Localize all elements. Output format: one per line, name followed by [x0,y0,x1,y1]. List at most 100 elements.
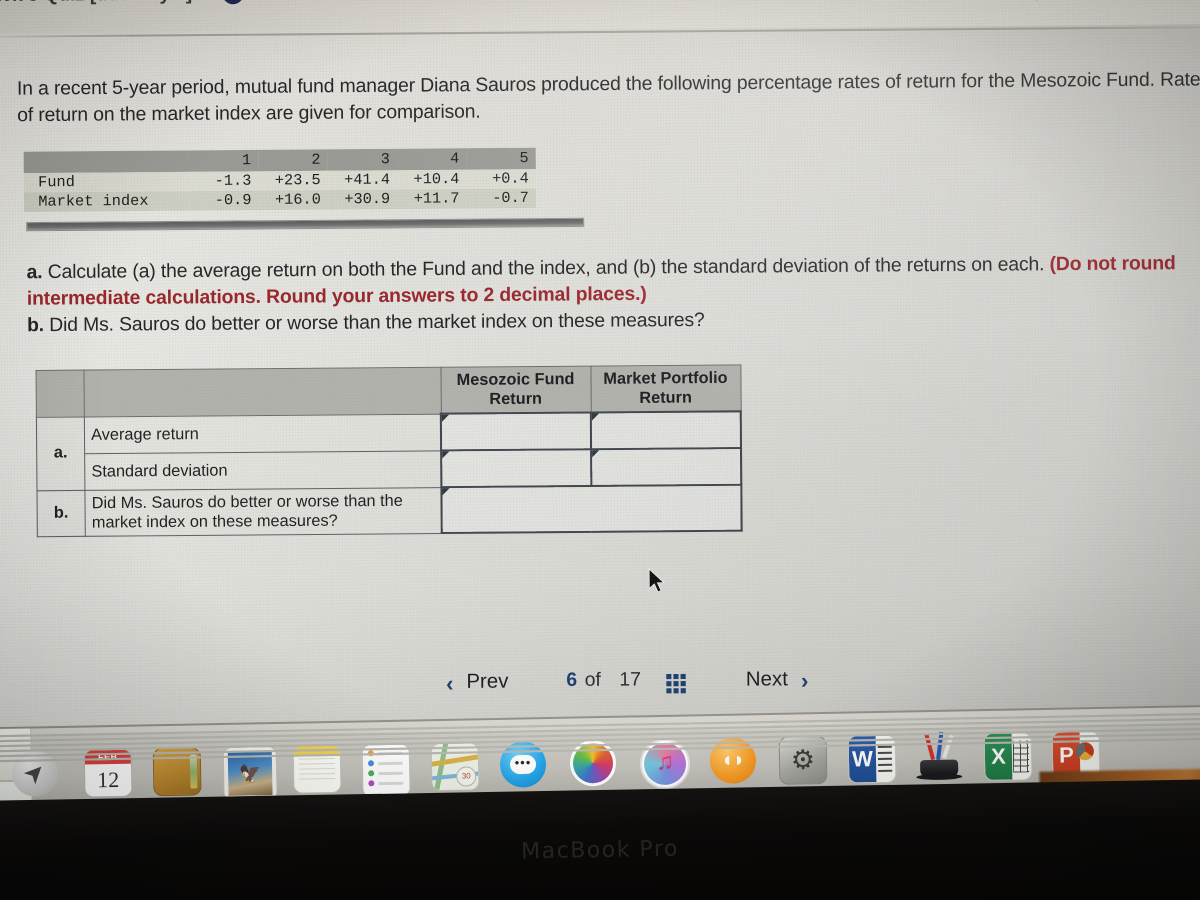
compass-glyph: 30 [456,766,477,787]
returns-data-table-body: Fund -1.3 +23.5 +41.4 +10.4 +0.4 Market … [23,169,537,212]
notes-line [299,777,336,780]
input-standard-deviation-fund[interactable] [441,449,592,488]
corner-cell-label [83,367,441,417]
question-prompts: a. Calculate (a) the average return on b… [27,251,1200,340]
toolbar-divider [1036,0,1038,1]
chevron-left-icon[interactable]: ‹ [446,671,454,698]
grid-cell [680,673,686,680]
grid-cell [673,688,679,694]
fund-year-4: +10.4 [413,170,460,189]
year-header-2: 2 [311,151,321,169]
prompt-b-text: Did Ms. Sauros do better or worse than t… [43,309,705,337]
input-standard-deviation-market[interactable] [591,448,742,486]
row-label-market-index: Market index [38,192,149,211]
page-of-label: of [584,669,601,692]
market-year-2: +16.0 [274,191,321,209]
reminder-dot [368,770,375,777]
grid-cell [673,681,679,687]
notes-line [298,762,335,765]
reminder-bar [377,761,404,765]
chevron-right-icon[interactable]: › [801,668,809,695]
current-page-number: 6 [566,669,578,692]
prompt-a-lead: a. [26,261,43,284]
table-row: b. Did Ms. Sauros do better or worse tha… [36,484,742,537]
notes-line [299,767,336,770]
laptop-model-label: MacBook Pro [520,836,680,865]
gear-icon: ⚙ [790,744,816,776]
reminder-dot [367,760,375,767]
table-row: Market index -0.9 +16.0 +30.9 +11.7 -0.7 [23,188,537,212]
doc-line [878,769,893,772]
total-pages-number: 17 [619,669,642,691]
calendar-day: 12 [97,766,120,793]
question-pager: ‹ Prev 6 of 17 Next › [440,668,848,712]
bird-glyph: 🦅 [238,763,262,785]
fund-year-3: +41.4 [344,171,391,190]
prompt-a: a. Calculate (a) the average return on b… [27,251,1200,313]
reminder-bar [378,781,404,785]
data-table-underline [26,217,585,232]
market-year-4: +11.7 [413,190,460,208]
table-row: a. Average return [36,411,741,491]
corner-cell-left [36,370,85,417]
reminder-item [368,770,409,777]
mouse-cursor-icon [648,568,666,593]
column-header-market-portfolio: Market Portfolio Return [590,364,741,413]
column-header-mesozoic-fund: Mesozoic Fund Return [440,366,591,414]
group-label-b: b. [36,489,86,537]
table-row: Standard deviation [37,448,742,490]
row-label-better-or-worse: Did Ms. Sauros do better or worse than t… [84,487,442,536]
grid-cell [680,681,686,687]
grid-cell [666,688,672,694]
fund-year-1: -1.3 [214,172,252,191]
input-average-return-fund[interactable] [440,412,592,451]
input-average-return-market[interactable] [590,411,741,450]
column-header-market-portfolio-line1: Market Portfolio [603,369,728,388]
prompt-a-text: Calculate (a) the average return on both… [42,253,1050,284]
input-better-or-worse[interactable] [441,484,742,534]
screenshot-stage: Wk 5 Quiz [due Day 7] i Saved Help Save … [0,0,1200,900]
doc-line [877,751,892,754]
laptop-bezel: MacBook Pro [0,779,1200,900]
prompt-b-lead: b. [26,314,45,337]
hat-brim [916,773,963,781]
fund-year-5: +0.4 [491,170,529,188]
notes-line [299,772,336,775]
page-title: Wk 5 Quiz [due Day 7] [0,0,192,7]
grid-cell [666,674,672,680]
speech-bubble-glyph: ••• [509,754,537,775]
market-year-1: -0.9 [214,191,252,210]
year-header-4: 4 [450,150,460,168]
grid-cell [666,681,672,687]
doc-line [878,763,893,766]
answer-table-header-row: Mesozoic Fund Return Market Portfolio Re… [36,364,741,417]
year-header-1: 1 [241,151,252,170]
answer-table-body: Mesozoic Fund Return Market Portfolio Re… [36,364,742,537]
prev-button[interactable]: Prev [466,670,508,694]
corner-cell [24,150,189,173]
grid-cell [673,673,679,680]
answer-entry-table: Mesozoic Fund Return Market Portfolio Re… [36,364,743,537]
info-icon[interactable]: i [222,0,244,5]
reminder-item [368,780,409,787]
group-label-a: a. [36,416,85,491]
returns-data-table: 1 2 3 4 5 Fund -1.3 +23.5 +41.4 +10.4 +0… [23,147,537,212]
reminder-item [367,760,409,767]
column-header-mesozoic-fund-line2: Return [489,390,543,409]
book-glyph: ◖◗ [720,748,746,772]
year-header-3: 3 [380,150,390,169]
row-label-average-return: Average return [84,413,442,454]
market-year-3: +30.9 [344,190,391,209]
column-header-market-portfolio-line2: Return [639,389,692,408]
grid-icon[interactable] [666,673,686,694]
next-button[interactable]: Next [746,668,788,692]
laptop-screen: Wk 5 Quiz [due Day 7] i Saved Help Save … [0,0,1200,736]
question-text: In a recent 5-year period, mutual fund m… [16,68,1200,127]
row-label-standard-deviation: Standard deviation [84,450,442,490]
reminder-dot [368,780,375,787]
grid-cell [680,688,686,694]
column-header-mesozoic-fund-line1: Mesozoic Fund [456,370,575,390]
year-header-5: 5 [519,149,529,168]
market-year-5: -0.7 [492,189,530,208]
row-label-fund: Fund [38,173,75,192]
